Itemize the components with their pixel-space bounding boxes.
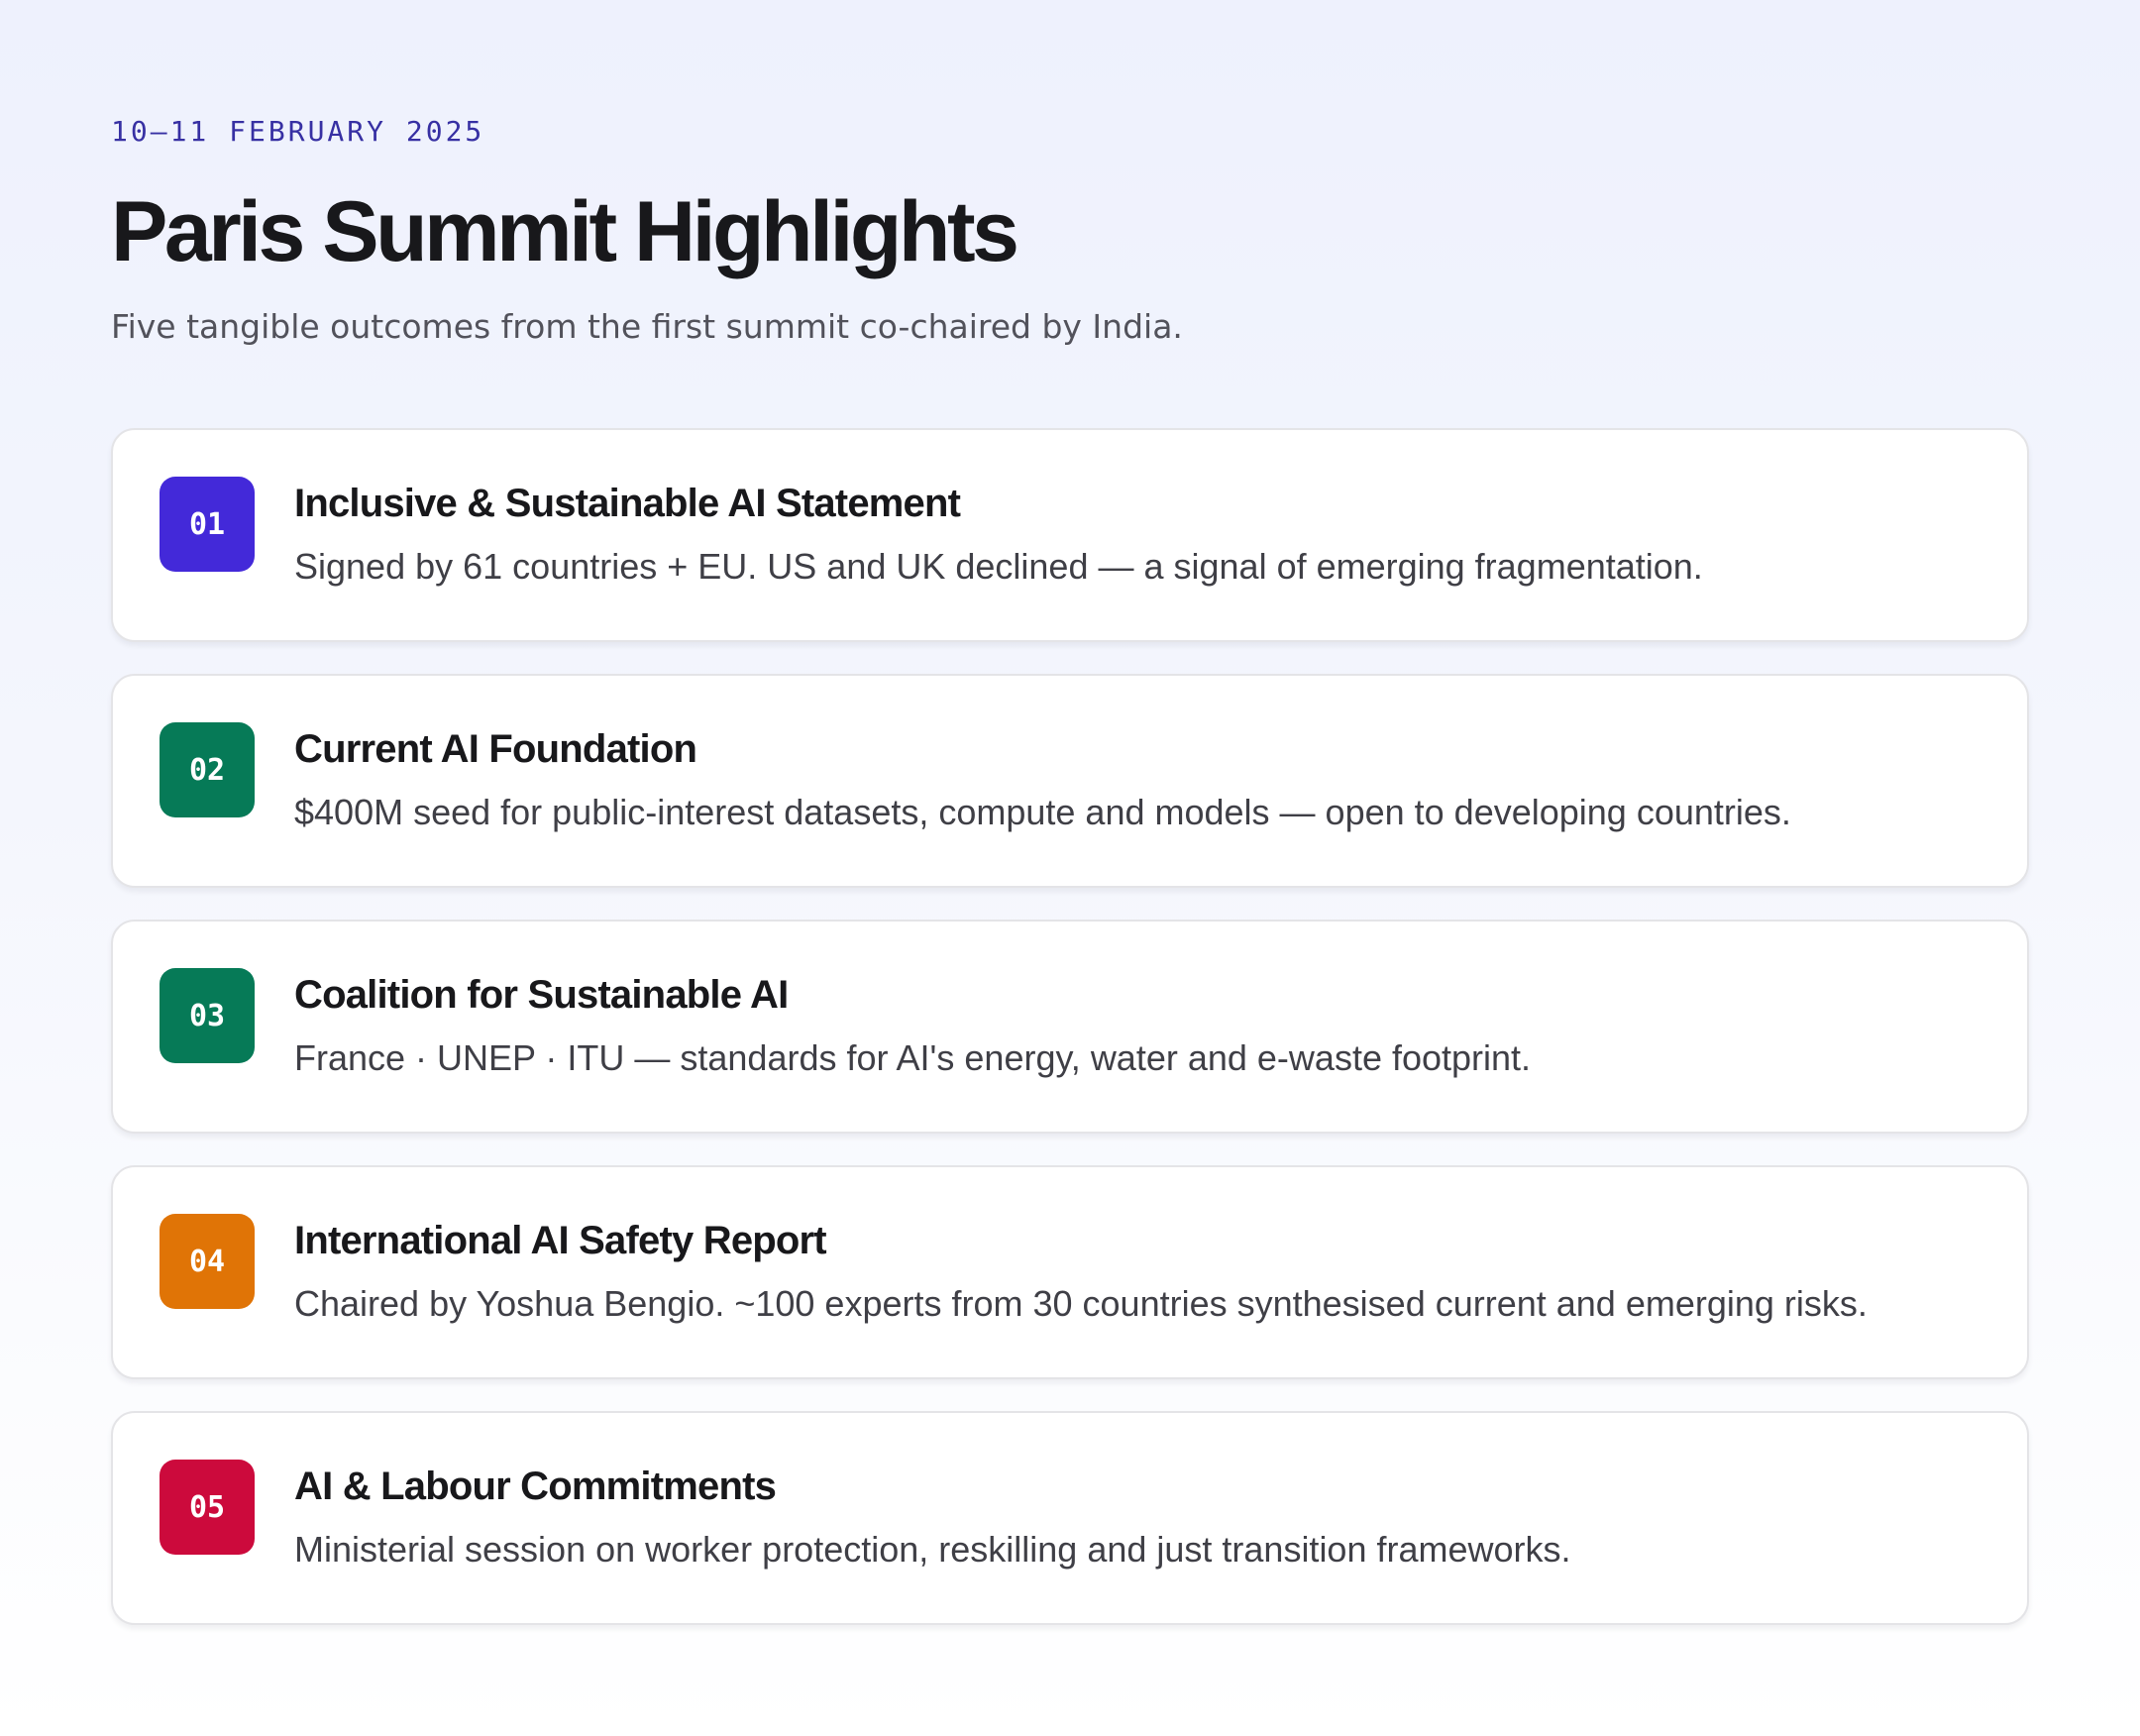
highlight-card-1: 01 Inclusive & Sustainable AI Statement …: [111, 428, 2029, 642]
highlights-list: 01 Inclusive & Sustainable AI Statement …: [111, 428, 2029, 1657]
highlight-description: France · UNEP · ITU — standards for AI's…: [294, 1037, 1532, 1078]
page: 10–11 FEBRUARY 2025 Paris Summit Highlig…: [0, 0, 2140, 1736]
number-badge: 02: [160, 722, 255, 817]
number-badge: 01: [160, 477, 255, 572]
highlight-title: AI & Labour Commitments: [294, 1465, 777, 1508]
highlight-description: Signed by 61 countries + EU. US and UK d…: [294, 546, 1703, 587]
highlight-description: $400M seed for public-interest datasets,…: [294, 792, 1791, 832]
highlight-card-4: 04 International AI Safety Report Chaire…: [111, 1165, 2029, 1379]
highlight-card-2: 02 Current AI Foundation $400M seed for …: [111, 674, 2029, 888]
highlight-card-5: 05 AI & Labour Commitments Ministerial s…: [111, 1411, 2029, 1625]
page-title: Paris Summit Highlights: [111, 184, 1019, 279]
highlight-title: International AI Safety Report: [294, 1219, 827, 1262]
highlight-title: Coalition for Sustainable AI: [294, 973, 789, 1017]
page-subtitle: Five tangible outcomes from the first su…: [111, 307, 1183, 346]
highlight-title: Inclusive & Sustainable AI Statement: [294, 482, 961, 525]
highlight-title: Current AI Foundation: [294, 727, 697, 771]
number-badge: 05: [160, 1460, 255, 1555]
number-badge: 04: [160, 1214, 255, 1309]
highlight-description: Ministerial session on worker protection…: [294, 1529, 1571, 1570]
highlight-description: Chaired by Yoshua Bengio. ~100 experts f…: [294, 1283, 1868, 1324]
highlight-card-3: 03 Coalition for Sustainable AI France ·…: [111, 920, 2029, 1134]
date-eyebrow: 10–11 FEBRUARY 2025: [111, 115, 485, 148]
number-badge: 03: [160, 968, 255, 1063]
